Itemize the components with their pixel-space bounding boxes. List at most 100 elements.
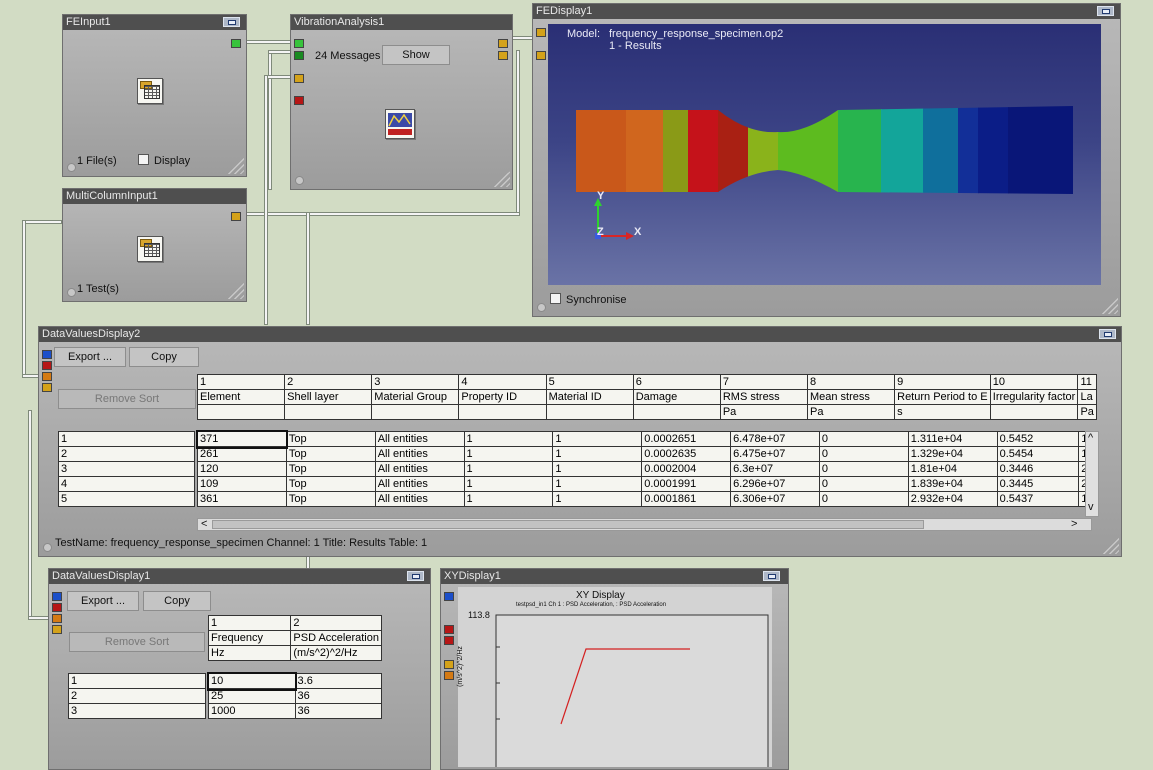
table-cell[interactable]: All entities [374, 461, 465, 477]
xy-display-glyph[interactable]: XYDisplay1 XY Display testpsd_in1 Ch 1 :… [440, 568, 789, 770]
scrollbar-thumb[interactable] [212, 520, 924, 529]
table-cell[interactable]: 3.6 [294, 673, 383, 689]
multicolumn-input-icon[interactable] [137, 236, 163, 262]
table-cell[interactable]: 1.329e+04 [907, 446, 998, 462]
table-row[interactable]: 371 Top All entities 1 1 0.0002651 6.478e+07 0 1… [195, 429, 1097, 449]
scroll-right-icon[interactable]: > [1071, 518, 1077, 530]
table-cell[interactable]: 1 [463, 431, 554, 447]
fe-input-glyph[interactable]: FEInput1 1 File(s) Display [62, 14, 247, 177]
column-header-cell[interactable]: La [1077, 389, 1097, 405]
table-cell[interactable]: 1 [552, 491, 643, 507]
restore-window-icon[interactable] [407, 571, 424, 581]
input-port[interactable] [444, 671, 454, 680]
column-number-cell[interactable]: 10 [989, 374, 1079, 390]
glyph-title[interactable]: XYDisplay1 [441, 569, 788, 584]
column-number-cell[interactable]: 5 [545, 374, 634, 390]
column-unit-cell[interactable]: Pa [719, 404, 808, 420]
data-values-display-1[interactable]: DataValuesDisplay1 Export ... Copy Remov… [48, 568, 431, 770]
table-cell[interactable]: 1000 [208, 703, 296, 719]
table-cell[interactable]: 0.0002004 [641, 461, 732, 477]
row-label-cell[interactable]: 2 [58, 446, 195, 462]
table-row[interactable]: 109 Top All entities 1 1 0.0001991 6.296e+07 0 1… [197, 476, 1097, 492]
display-checkbox[interactable] [138, 154, 149, 165]
table-cell[interactable]: 361 [197, 491, 287, 507]
column-unit-cell[interactable]: Pa [1077, 404, 1097, 420]
scroll-down-icon[interactable]: v [1088, 501, 1094, 513]
remove-sort-button[interactable]: Remove Sort [58, 389, 196, 409]
table-cell[interactable]: 0.0002651 [641, 431, 732, 447]
table-cell[interactable]: 0.3445 [996, 476, 1080, 492]
scroll-up-icon[interactable]: ^ [1088, 432, 1093, 444]
table-cell[interactable]: 1 [552, 446, 643, 462]
input-port[interactable] [42, 350, 52, 359]
table-row[interactable]: 10 3.6 [206, 671, 383, 691]
table-cell[interactable]: All entities [374, 431, 465, 447]
column-header-cell[interactable]: PSD Acceleration [290, 630, 382, 646]
table-cell[interactable]: 36 [294, 703, 383, 719]
input-port[interactable] [52, 603, 62, 612]
column-unit-cell[interactable] [458, 404, 547, 420]
copy-button[interactable]: Copy [129, 347, 199, 367]
vibration-psd-icon[interactable] [385, 109, 415, 139]
input-port[interactable] [42, 372, 52, 381]
table-cell[interactable]: 6.306e+07 [730, 491, 820, 507]
input-port[interactable] [294, 39, 304, 48]
column-number-cell[interactable]: 1 [207, 615, 292, 631]
data-values-display-2[interactable]: DataValuesDisplay2 Export ... Copy Remov… [38, 326, 1122, 557]
table-cell[interactable]: 120 [197, 461, 287, 477]
column-unit-cell[interactable]: Hz [207, 645, 292, 661]
column-header-cell[interactable]: Property ID [458, 389, 547, 405]
table-cell[interactable]: 1.839e+04 [907, 476, 998, 492]
table-cell[interactable]: Top [285, 476, 376, 492]
column-unit-cell[interactable] [284, 404, 373, 420]
column-unit-cell[interactable]: (m/s^2)^2/Hz [290, 645, 382, 661]
column-number-cell[interactable]: 6 [632, 374, 721, 390]
table-cell[interactable]: 6.3e+07 [730, 461, 820, 477]
table-row[interactable]: 361 Top All entities 1 1 0.0001861 6.306e+07 0 2… [197, 491, 1097, 507]
table-cell[interactable]: 6.475e+07 [730, 446, 820, 462]
table-cell[interactable]: 0 [818, 461, 909, 477]
table-cell[interactable]: 0 [818, 431, 909, 447]
column-number-cell[interactable]: 8 [806, 374, 896, 390]
table-cell[interactable]: 261 [197, 446, 287, 462]
table-cell[interactable]: 0.5452 [996, 431, 1080, 447]
column-number-cell[interactable]: 4 [458, 374, 547, 390]
table-cell[interactable]: Top [285, 431, 376, 447]
table-cell[interactable]: 1 [463, 461, 554, 477]
output-port[interactable] [498, 51, 508, 60]
synchronise-checkbox[interactable] [550, 293, 561, 304]
column-header-cell[interactable]: Shell layer [284, 389, 373, 405]
table-cell[interactable]: 1.311e+04 [907, 431, 998, 447]
table-cell[interactable]: All entities [374, 446, 465, 462]
scroll-left-icon[interactable]: < [201, 518, 207, 530]
table-cell[interactable]: 0 [818, 476, 909, 492]
table-cell[interactable]: Top [285, 491, 376, 507]
copy-button[interactable]: Copy [143, 591, 211, 611]
column-header-cell[interactable]: RMS stress [719, 389, 808, 405]
row-label-cell[interactable]: 3 [68, 703, 206, 719]
input-port[interactable] [444, 625, 454, 634]
column-unit-cell[interactable] [545, 404, 634, 420]
horizontal-scrollbar[interactable] [197, 518, 1092, 531]
table-cell[interactable]: 1 [552, 461, 643, 477]
input-port[interactable] [536, 28, 546, 37]
resize-grip[interactable] [1102, 298, 1118, 314]
input-port[interactable] [52, 614, 62, 623]
glyph-title[interactable]: VibrationAnalysis1 [291, 15, 512, 30]
table-cell[interactable]: 0.0002635 [641, 446, 732, 462]
table-row[interactable]: 261 Top All entities 1 1 0.0002635 6.475e+07 0 1… [197, 446, 1097, 462]
row-label-cell[interactable]: 1 [58, 431, 195, 447]
column-number-cell[interactable]: 2 [290, 615, 382, 631]
table-cell[interactable]: 0.5437 [996, 491, 1080, 507]
resize-grip[interactable] [1103, 538, 1119, 554]
table-cell[interactable]: 0.5454 [996, 446, 1080, 462]
input-port[interactable] [42, 383, 52, 392]
column-number-cell[interactable]: 2 [284, 374, 373, 390]
column-number-cell[interactable]: 9 [894, 374, 991, 390]
row-label-cell[interactable]: 4 [58, 476, 195, 492]
column-header-cell[interactable]: Return Period to E [894, 389, 991, 405]
column-header-cell[interactable]: Element [196, 389, 286, 405]
remove-sort-button[interactable]: Remove Sort [69, 632, 205, 652]
input-port[interactable] [294, 51, 304, 60]
resize-grip[interactable] [228, 283, 244, 299]
